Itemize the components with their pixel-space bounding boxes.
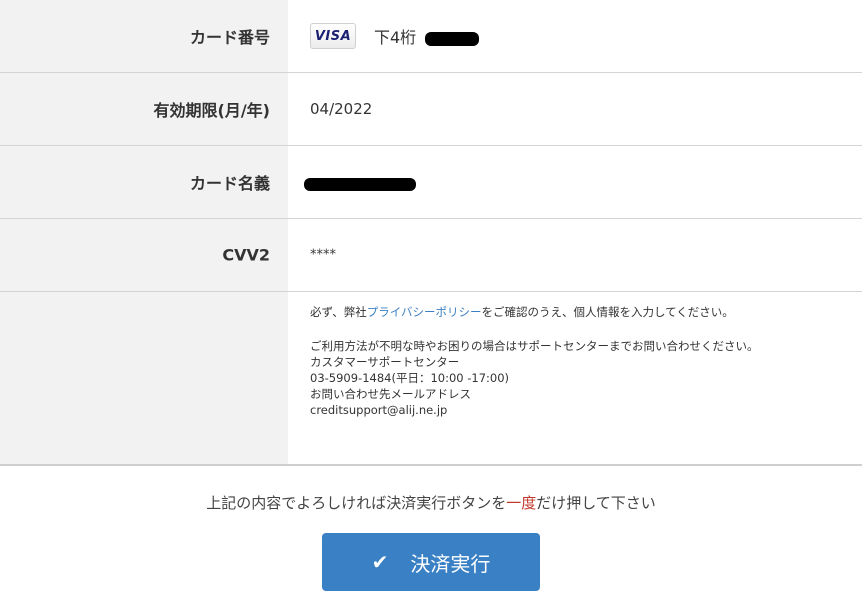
label-cell: 有効期限(月/年) (0, 73, 288, 145)
support-phone: 03-5909-1484(平日：10:00 -17:00) (310, 371, 510, 385)
privacy-notice-after: をご確認のうえ、個人情報を入力してください。 (481, 305, 734, 319)
visa-logo: VISA (310, 23, 356, 49)
confirm-emphasis: 一度 (506, 494, 537, 512)
row-cvv: CVV2 **** (0, 219, 862, 292)
support-email-label: お問い合わせ先メールアドレス (310, 387, 471, 401)
value-cell: VISA 下4桁 (288, 0, 862, 72)
execute-payment-button[interactable]: ✔ 決済実行 (322, 533, 540, 591)
last4-digits: 下4桁 (374, 24, 480, 48)
confirm-message: 上記の内容でよろしければ決済実行ボタンを一度だけ押して下さい (0, 492, 862, 513)
redacted-card-holder (304, 178, 416, 191)
support-notice: ご利用方法が不明な時やお困りの場合はサポートセンターまでお問い合わせください。 (310, 339, 759, 353)
expiry-value: 04/2022 (310, 100, 373, 118)
row-info: 必ず、弊社プライバシーポリシーをご確認のうえ、個人情報を入力してください。 ご利… (0, 292, 862, 466)
label-cell: カード名義 (0, 146, 288, 218)
value-cell: 必ず、弊社プライバシーポリシーをご確認のうえ、個人情報を入力してください。 ご利… (288, 292, 862, 464)
cvv-value: **** (310, 247, 336, 263)
expiry-label: 有効期限(月/年) (153, 101, 270, 120)
card-holder-label: カード名義 (189, 174, 270, 193)
execute-payment-label: 決済実行 (410, 551, 491, 576)
redacted-digits (425, 31, 480, 46)
last4-prefix: 下4桁 (374, 28, 417, 47)
label-cell: CVV2 (0, 219, 288, 291)
privacy-notice-before: 必ず、弊社 (310, 305, 367, 319)
row-card-holder: カード名義 (0, 146, 862, 219)
support-center-name: カスタマーサポートセンター (310, 355, 460, 369)
check-icon: ✔ (371, 550, 389, 574)
value-cell: **** (288, 219, 862, 291)
support-email: creditsupport@alij.ne.jp (310, 403, 448, 417)
cvv-label: CVV2 (222, 245, 270, 265)
info-text: 必ず、弊社プライバシーポリシーをご確認のうえ、個人情報を入力してください。 ご利… (310, 304, 852, 418)
value-cell: 04/2022 (288, 73, 862, 145)
row-card-number: カード番号 VISA 下4桁 (0, 0, 862, 73)
card-number-label: カード番号 (189, 28, 270, 47)
privacy-policy-link[interactable]: プライバシーポリシー (367, 305, 482, 319)
row-expiry: 有効期限(月/年) 04/2022 (0, 73, 862, 146)
value-cell (288, 146, 862, 218)
confirm-before: 上記の内容でよろしければ決済実行ボタンを (206, 494, 507, 512)
label-cell-empty (0, 292, 288, 464)
confirm-after: だけ押して下さい (536, 494, 656, 512)
label-cell: カード番号 (0, 0, 288, 72)
privacy-notice: 必ず、弊社プライバシーポリシーをご確認のうえ、個人情報を入力してください。 (310, 304, 852, 320)
